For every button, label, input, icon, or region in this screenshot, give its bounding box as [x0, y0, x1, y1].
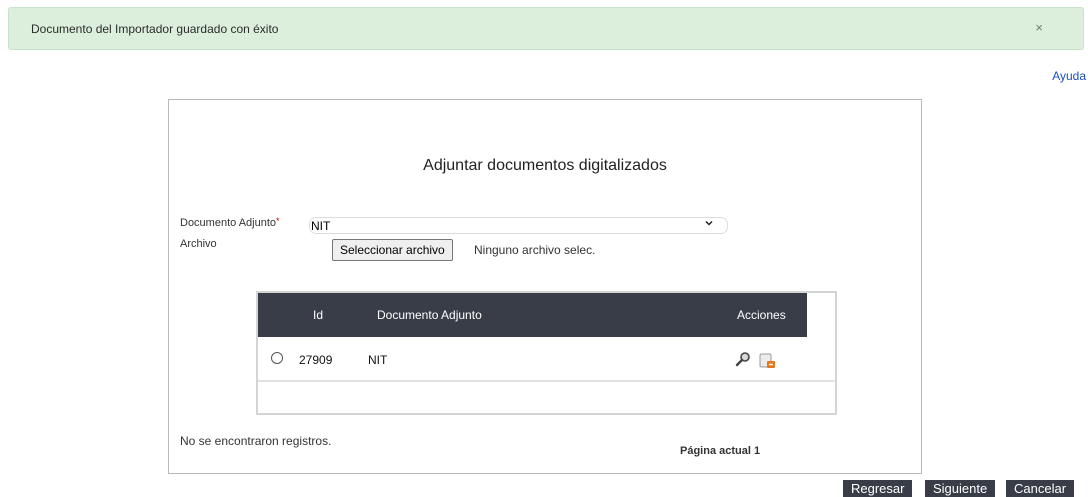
success-alert: Documento del Importador guardado con éx… — [8, 7, 1084, 50]
table-header: Id Documento Adjunto Acciones — [258, 293, 807, 337]
file-status: Ninguno archivo selec. — [474, 243, 596, 257]
close-icon[interactable]: × — [1035, 20, 1043, 35]
select-file-button[interactable]: Seleccionar archivo — [332, 239, 453, 261]
row-select-radio[interactable] — [271, 352, 283, 364]
required-mark: * — [276, 216, 280, 226]
current-page-indicator: Página actual 1 — [680, 445, 761, 457]
back-button[interactable]: Regresar — [843, 480, 913, 497]
panel-title: Adjuntar documentos digitalizados — [423, 157, 667, 174]
chevron-down-icon — [705, 220, 713, 226]
document-select[interactable]: NIT — [309, 217, 728, 234]
column-header-id: Id — [313, 308, 324, 322]
help-link[interactable]: Ayuda — [1052, 69, 1086, 83]
view-icon[interactable] — [734, 350, 752, 368]
cancel-button[interactable]: Cancelar — [1006, 480, 1075, 497]
no-records-message: No se encontraron registros. — [180, 434, 332, 448]
table-empty-row — [258, 382, 835, 411]
document-label-text: Documento Adjunto — [180, 217, 277, 229]
document-select-value: NIT — [311, 219, 331, 233]
delete-document-icon[interactable] — [758, 352, 776, 370]
attach-documents-panel: Adjuntar documentos digitalizados Docume… — [168, 99, 922, 474]
row-document: NIT — [368, 353, 388, 367]
alert-message: Documento del Importador guardado con éx… — [31, 22, 279, 36]
document-label: Documento Adjunto* — [180, 216, 280, 229]
row-id: 27909 — [299, 353, 333, 367]
column-header-document: Documento Adjunto — [377, 308, 482, 322]
file-label: Archivo — [180, 238, 217, 250]
next-button[interactable]: Siguiente — [925, 480, 996, 497]
column-header-actions: Acciones — [737, 308, 786, 322]
documents-table: Id Documento Adjunto Acciones 27909 NIT — [256, 291, 837, 415]
table-row[interactable]: 27909 NIT — [258, 340, 835, 382]
